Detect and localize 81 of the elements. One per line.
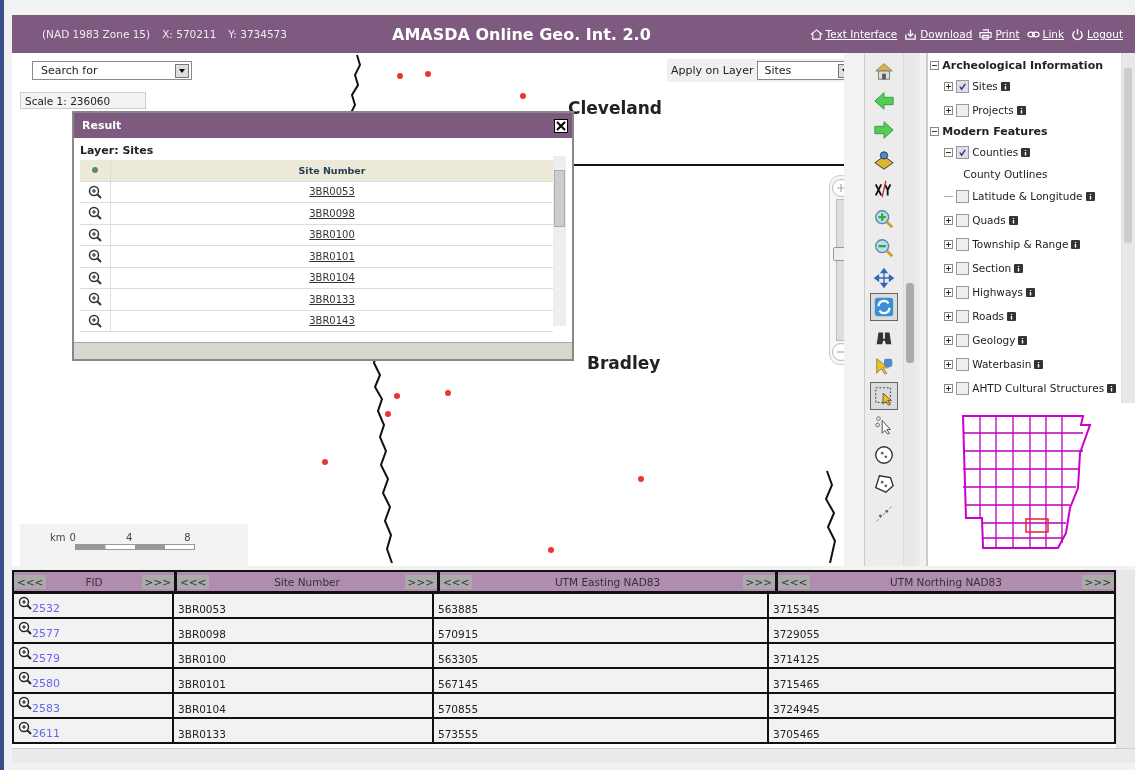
table-cell-text: 3729055 xyxy=(772,627,821,642)
place-label: Cleveland xyxy=(568,98,662,118)
scale-unit: km xyxy=(50,532,66,543)
table-cell-text: 3715345 xyxy=(772,602,821,617)
table-cell: 3BR0104 xyxy=(174,694,434,717)
table-cell: 567145 xyxy=(434,669,769,692)
x-coordinate: X: 570211 xyxy=(162,28,217,40)
layer-group-label[interactable]: Modern Features xyxy=(942,124,1048,138)
layer-label: Township & Range xyxy=(972,238,1069,250)
fid-link[interactable]: 2580 xyxy=(32,677,60,690)
next-column-button[interactable]: >>> xyxy=(141,574,174,589)
y-coordinate: Y: 3734573 xyxy=(228,28,287,40)
table-cell: 3BR0053 xyxy=(174,594,434,617)
layer-label: County Outlines xyxy=(963,168,1048,180)
fid-link[interactable]: 2577 xyxy=(32,627,60,640)
table-cell: 573555 xyxy=(434,719,769,742)
header-link[interactable]: Link xyxy=(1042,28,1065,40)
column-title: FID xyxy=(85,575,103,588)
table-cell: 563885 xyxy=(434,594,769,617)
header-link[interactable]: Print xyxy=(995,28,1020,40)
site-number-link[interactable]: 3BR0098 xyxy=(309,207,355,219)
search-dropdown[interactable]: Search for xyxy=(32,61,192,80)
scale-tick-label: 4 xyxy=(125,532,133,543)
column-header: Site Number xyxy=(297,163,367,178)
previous-column-button[interactable]: <<< xyxy=(778,574,811,589)
site-number-link[interactable]: 3BR0053 xyxy=(309,186,355,198)
next-column-button[interactable]: >>> xyxy=(742,574,775,589)
fid-link[interactable]: 2583 xyxy=(32,702,60,715)
header-link[interactable]: Text Interface xyxy=(825,28,898,40)
layer-group-label[interactable]: Archeological Information xyxy=(942,58,1104,72)
table-cell: 3BR0100 xyxy=(174,644,434,667)
layer-label: Quads xyxy=(972,214,1006,226)
site-number-link[interactable]: 3BR0143 xyxy=(309,315,355,327)
layer-label: Counties xyxy=(972,146,1019,158)
next-column-button[interactable]: >>> xyxy=(1081,574,1114,589)
layer-label: Roads xyxy=(972,310,1005,322)
map-canvas[interactable]: Cleveland Bradley Search for Apply on Layer Sites Scale 1: 236060 km 0 4 8 Result Layer: Sites Site Number 3BR0053 3BR0098 3BR0100 3BR0101 3BR0104 3BR0133 3BR0143 xyxy=(12,53,845,566)
fid-link[interactable]: 2611 xyxy=(32,727,60,740)
place-label: Bradley xyxy=(587,353,661,373)
table-cell-text: 3705465 xyxy=(772,727,821,742)
layer-label: AHTD Cultural Structures xyxy=(972,382,1105,394)
table-cell: 570915 xyxy=(434,619,769,642)
apply-layer-label: Apply on Layer xyxy=(671,64,754,77)
layer-label: Projects xyxy=(972,104,1014,116)
fid-link[interactable]: 2532 xyxy=(32,602,60,615)
previous-column-button[interactable]: <<< xyxy=(440,574,473,589)
scale-tick-label: 8 xyxy=(184,532,191,543)
table-cell-text: 3715465 xyxy=(772,677,821,692)
table-cell-text: 3724945 xyxy=(772,702,821,717)
table-cell: 563305 xyxy=(434,644,769,667)
previous-column-button[interactable]: <<< xyxy=(177,574,210,589)
layer-dropdown[interactable]: Sites xyxy=(757,61,845,80)
result-layer-label: Layer: Sites xyxy=(80,144,155,159)
table-cell: 3BR0101 xyxy=(174,669,434,692)
next-column-button[interactable]: >>> xyxy=(404,574,437,589)
table-cell: 3BR0133 xyxy=(174,719,434,742)
table-cell: 3BR0098 xyxy=(174,619,434,642)
layer-label: Geology xyxy=(972,334,1016,346)
layer-label: Waterbasin xyxy=(972,358,1032,370)
app-title: AMASDA Online Geo. Int. 2.0 xyxy=(392,24,652,44)
scale-field[interactable]: Scale 1: 236060 xyxy=(20,92,146,109)
column-title: UTM Northing NAD83 xyxy=(890,575,1002,588)
header-link[interactable]: Download xyxy=(920,28,973,40)
site-number-link[interactable]: 3BR0133 xyxy=(309,293,355,305)
table-cell: 570855 xyxy=(434,694,769,717)
zone-label: (NAD 1983 Zone 15) xyxy=(42,28,151,40)
site-number-link[interactable]: 3BR0104 xyxy=(309,272,355,284)
column-title: Site Number xyxy=(274,575,340,588)
layer-label: Latitude & Longitude xyxy=(972,190,1083,202)
header-link[interactable]: Logout xyxy=(1087,28,1123,40)
fid-link[interactable]: 2579 xyxy=(32,652,60,665)
layer-label: Section xyxy=(972,262,1012,274)
site-number-link[interactable]: 3BR0101 xyxy=(309,250,355,262)
layer-label: Sites xyxy=(972,80,998,92)
site-number-link[interactable]: 3BR0100 xyxy=(309,229,355,241)
table-cell-text: 3714125 xyxy=(772,652,821,667)
layer-label: Highways xyxy=(972,286,1024,298)
column-title: UTM Easting NAD83 xyxy=(554,575,661,588)
scale-tick-label: 0 xyxy=(69,532,76,543)
result-title: Result xyxy=(82,119,122,132)
previous-column-button[interactable]: <<< xyxy=(14,574,47,589)
